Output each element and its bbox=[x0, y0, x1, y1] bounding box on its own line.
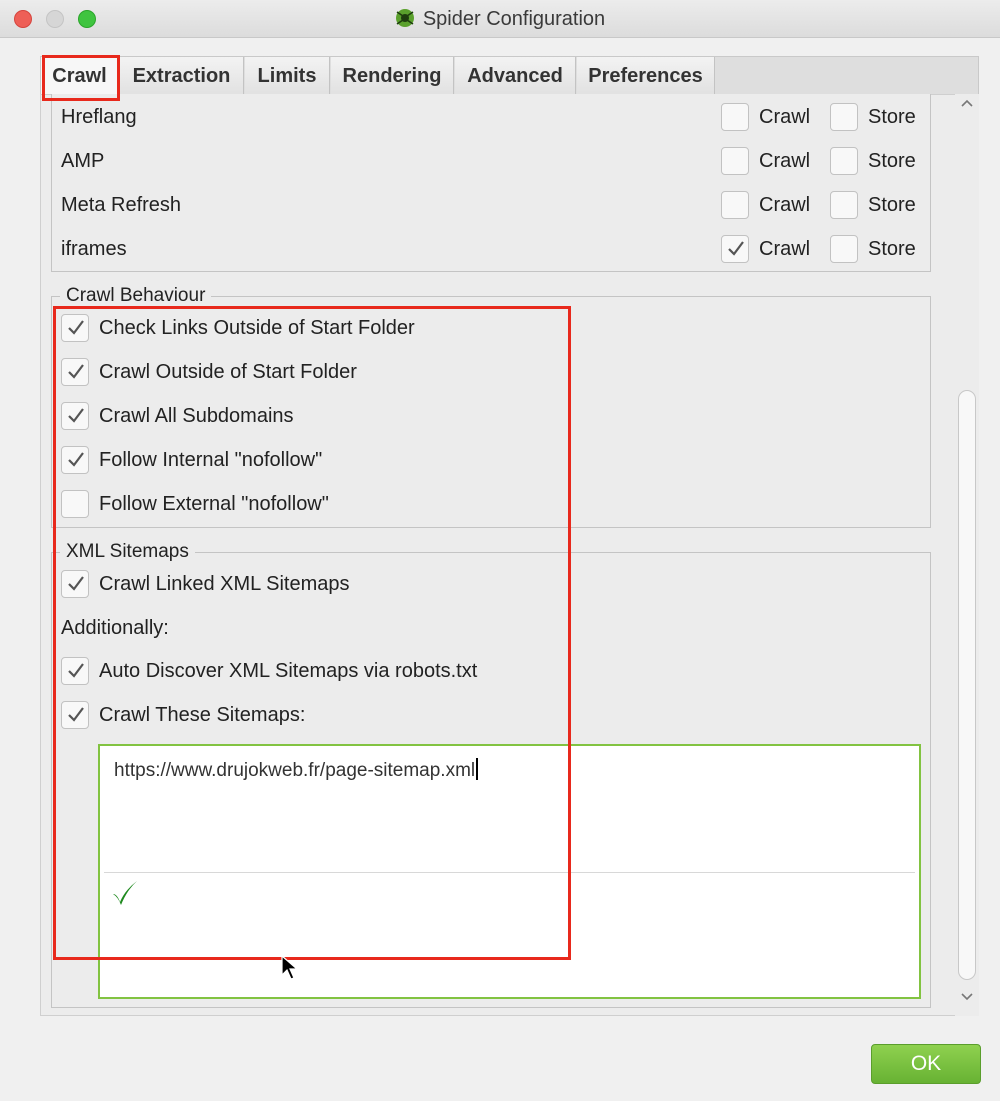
mouse-pointer-icon bbox=[281, 954, 299, 986]
resource-label-meta-refresh: Meta Refresh bbox=[61, 194, 182, 216]
spider-app-icon bbox=[395, 8, 415, 28]
resource-label-iframes: iframes bbox=[61, 238, 127, 260]
amp-store-label: Store bbox=[868, 150, 916, 172]
scrollbar-thumb[interactable] bbox=[958, 390, 976, 980]
window-title: Spider Configuration bbox=[422, 8, 606, 30]
amp-store-checkbox[interactable] bbox=[830, 147, 858, 175]
tab-bar: Crawl Extraction Limits Rendering Advanc… bbox=[40, 56, 979, 95]
crawl-tab-highlight bbox=[42, 55, 120, 101]
resource-label-amp: AMP bbox=[61, 150, 105, 172]
settings-highlight-box bbox=[53, 306, 571, 960]
hreflang-crawl-checkbox[interactable] bbox=[721, 103, 749, 131]
tab-preferences[interactable]: Preferences bbox=[577, 57, 715, 95]
scroll-down-arrow-icon[interactable] bbox=[958, 988, 976, 1004]
amp-crawl-label: Crawl bbox=[759, 150, 811, 172]
meta-refresh-crawl-checkbox[interactable] bbox=[721, 191, 749, 219]
vertical-scrollbar[interactable] bbox=[955, 94, 979, 1016]
meta-refresh-crawl-label: Crawl bbox=[759, 194, 811, 216]
amp-crawl-checkbox[interactable] bbox=[721, 147, 749, 175]
scroll-up-arrow-icon[interactable] bbox=[958, 96, 976, 112]
hreflang-store-label: Store bbox=[868, 106, 916, 128]
title-bar: Spider Configuration bbox=[0, 0, 1000, 38]
tab-rendering[interactable]: Rendering bbox=[331, 57, 454, 95]
window-title-container: Spider Configuration bbox=[0, 8, 1000, 31]
iframes-crawl-label: Crawl bbox=[759, 238, 811, 260]
tab-extraction[interactable]: Extraction bbox=[120, 57, 244, 95]
iframes-store-label: Store bbox=[868, 238, 916, 260]
hreflang-crawl-label: Crawl bbox=[759, 106, 811, 128]
tab-limits[interactable]: Limits bbox=[245, 57, 330, 95]
meta-refresh-store-checkbox[interactable] bbox=[830, 191, 858, 219]
tab-advanced[interactable]: Advanced bbox=[455, 57, 576, 95]
checkmark-icon bbox=[728, 241, 744, 256]
meta-refresh-store-label: Store bbox=[868, 194, 916, 216]
iframes-store-checkbox[interactable] bbox=[830, 235, 858, 263]
iframes-crawl-checkbox[interactable] bbox=[721, 235, 749, 263]
resource-label-hreflang: Hreflang bbox=[61, 106, 137, 128]
ok-button[interactable]: OK bbox=[871, 1044, 981, 1084]
hreflang-store-checkbox[interactable] bbox=[830, 103, 858, 131]
crawl-behaviour-title: Crawl Behaviour bbox=[60, 285, 212, 307]
